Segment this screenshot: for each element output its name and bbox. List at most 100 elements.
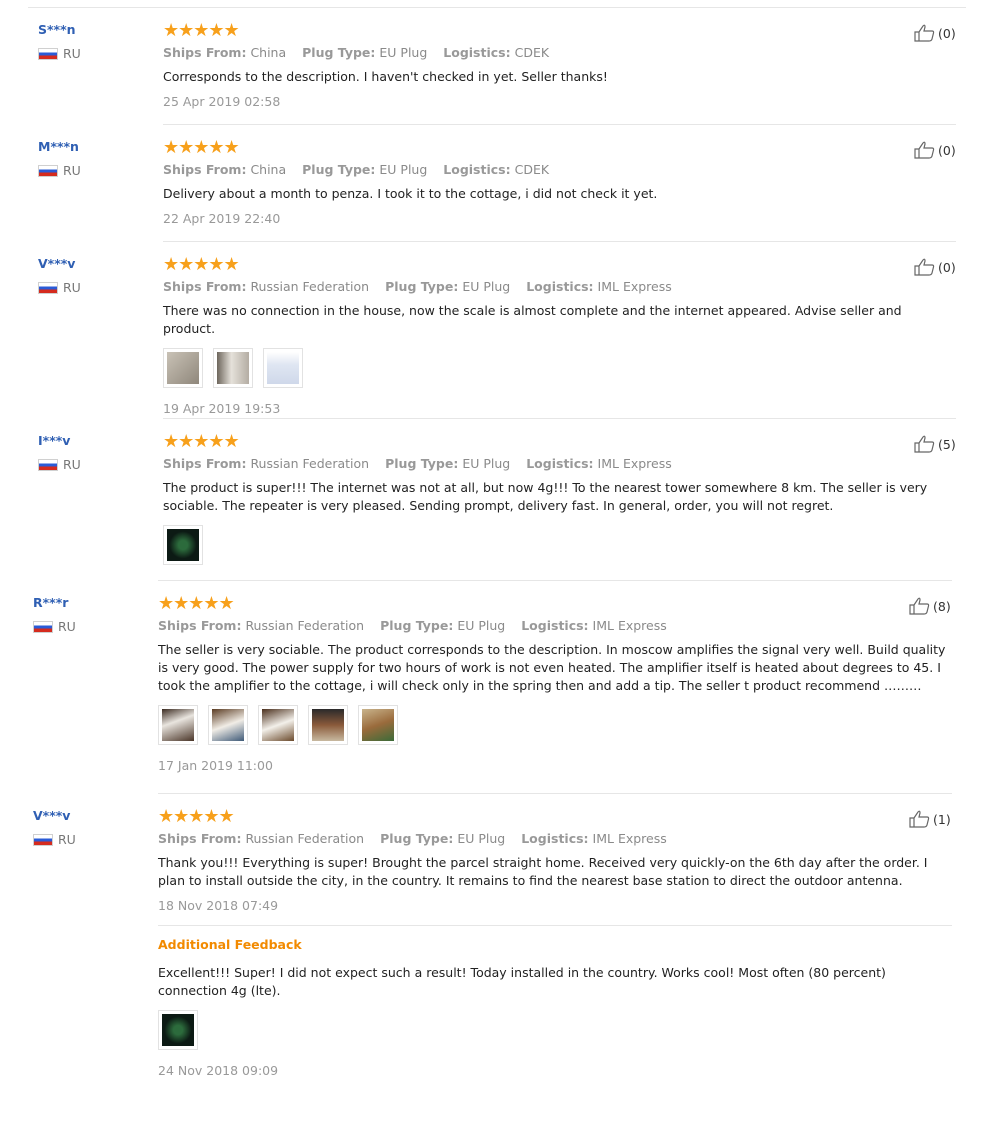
plug-type-label: Plug Type: [385,456,459,471]
ships-from-value: Russian Federation [245,618,365,633]
review-text: The product is super!!! The internet was… [163,480,928,513]
review-photo[interactable] [258,705,298,745]
order-info: Ships From: Russian Federation Plug Type… [158,617,953,635]
reviewer-name[interactable]: R***r [33,595,143,611]
ships-from-label: Ships From: [163,162,247,177]
helpful-count: (5) [938,436,956,452]
star-rating: ★★★★★ [158,593,235,614]
review-divider [163,418,956,419]
star-rating: ★★★★★ [158,806,235,827]
review-photo[interactable] [208,705,248,745]
reviewer-info: R***r RU [33,595,143,634]
review-photo[interactable] [163,525,203,565]
helpful-button[interactable]: (0) [914,258,956,276]
reviewer-name[interactable]: V***v [33,808,143,824]
review-content: ★★★★★ Ships From: Russian Federation Plu… [163,433,953,565]
logistics-label: Logistics: [443,162,511,177]
country-code: RU [63,457,81,472]
order-info: Ships From: China Plug Type: EU Plug Log… [163,44,953,62]
plug-type-value: EU Plug [457,831,506,846]
helpful-button[interactable]: (0) [914,141,956,159]
helpful-button[interactable]: (8) [909,597,951,615]
order-info: Ships From: China Plug Type: EU Plug Log… [163,161,953,179]
reviewer-name[interactable]: V***v [38,256,148,272]
review-photo[interactable] [358,705,398,745]
reviewer-country: RU [38,46,148,61]
review-photos [163,348,953,388]
reviewer-info: V***v RU [33,808,143,847]
reviewer-country: RU [33,832,143,847]
logistics-label: Logistics: [521,831,589,846]
review-content: ★★★★★ Ships From: China Plug Type: EU Pl… [163,22,953,111]
logistics-value: IML Express [592,831,667,846]
top-divider [28,7,966,8]
reviewer-country: RU [38,280,148,295]
review-text: Thank you!!! Everything is super! Brough… [158,855,928,888]
plug-type-value: EU Plug [379,162,428,177]
review-photo[interactable] [308,705,348,745]
review-divider [163,241,956,242]
reviewer-name[interactable]: M***n [38,139,148,155]
plug-type-value: EU Plug [379,45,428,60]
logistics-label: Logistics: [443,45,511,60]
review-date: 25 Apr 2019 02:58 [163,94,281,109]
additional-feedback-divider [158,925,952,926]
review-divider [163,124,956,125]
review-content: ★★★★★ Ships From: Russian Federation Plu… [163,256,953,418]
review-photo[interactable] [158,705,198,745]
plug-type-value: EU Plug [462,279,511,294]
helpful-count: (0) [938,259,956,275]
country-code: RU [63,46,81,61]
ships-from-value: Russian Federation [250,279,370,294]
plug-type-value: EU Plug [457,618,506,633]
review-text: Corresponds to the description. I haven'… [163,69,608,84]
russia-flag-icon [38,47,58,60]
helpful-button[interactable]: (1) [909,810,951,828]
reviewer-info: I***v RU [38,433,148,472]
logistics-value: IML Express [597,279,672,294]
helpful-count: (0) [938,142,956,158]
helpful-button[interactable]: (0) [914,24,956,42]
logistics-label: Logistics: [521,618,589,633]
reviewer-info: S***n RU [38,22,148,61]
review-photo[interactable] [163,348,203,388]
thumbs-up-icon [909,597,930,615]
plug-type-label: Plug Type: [302,45,376,60]
review-photo[interactable] [263,348,303,388]
ships-from-value: China [250,45,287,60]
country-code: RU [58,619,76,634]
review-divider [158,580,952,581]
review-content: ★★★★★ Ships From: Russian Federation Plu… [158,808,953,1080]
review-date: 18 Nov 2018 07:49 [158,898,279,913]
russia-flag-icon [33,620,53,633]
review-text: Delivery about a month to penza. I took … [163,186,658,201]
ships-from-value: China [250,162,287,177]
russia-flag-icon [38,458,58,471]
review-photo[interactable] [213,348,253,388]
ships-from-value: Russian Federation [250,456,370,471]
star-rating: ★★★★★ [163,20,240,41]
plug-type-label: Plug Type: [380,618,454,633]
plug-type-label: Plug Type: [385,279,459,294]
logistics-value: IML Express [592,618,667,633]
logistics-value: IML Express [597,456,672,471]
thumbs-up-icon [914,141,935,159]
star-rating: ★★★★★ [163,137,240,158]
additional-feedback-title: Additional Feedback [158,937,302,952]
helpful-count: (1) [933,811,951,827]
reviewer-name[interactable]: S***n [38,22,148,38]
review-divider [158,793,952,794]
review-content: ★★★★★ Ships From: Russian Federation Plu… [158,595,953,775]
reviewer-name[interactable]: I***v [38,433,148,449]
review-photos [163,525,953,565]
additional-feedback-date: 24 Nov 2018 09:09 [158,1063,279,1078]
review-photo[interactable] [158,1010,198,1050]
review-text: The seller is very sociable. The product… [158,642,946,693]
helpful-button[interactable]: (5) [914,435,956,453]
russia-flag-icon [38,281,58,294]
additional-feedback-photos [158,1010,953,1050]
thumbs-up-icon [909,810,930,828]
ships-from-label: Ships From: [163,456,247,471]
star-rating: ★★★★★ [163,431,240,452]
russia-flag-icon [38,164,58,177]
